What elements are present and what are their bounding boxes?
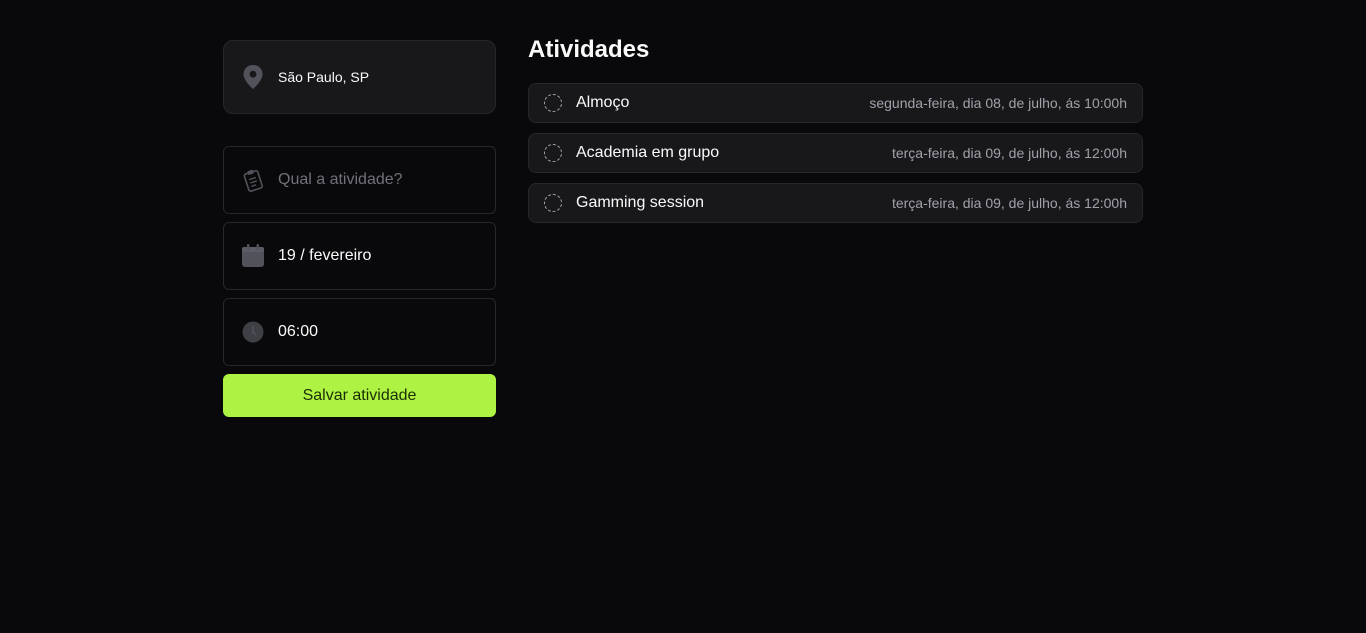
activities-section: Atividades Almoço segunda-feira, dia 08,… [528, 34, 1143, 233]
activity-field[interactable] [223, 146, 496, 214]
activity-name: Academia em grupo [576, 144, 720, 161]
status-circle-icon[interactable] [544, 144, 562, 162]
sidebar: São Paulo, SP Qual a atividade? 19 / fev… [223, 40, 496, 417]
list-item[interactable]: Academia em grupo terça-feira, dia 09, d… [528, 133, 1143, 173]
date-field[interactable]: 19 / fevereiro [223, 222, 496, 290]
time-field[interactable]: 06:00 [223, 298, 496, 366]
activity-date: segunda-feira, dia 08, de julho, ás 10:0… [869, 95, 1127, 111]
status-circle-icon[interactable] [544, 194, 562, 212]
list-item[interactable]: Almoço segunda-feira, dia 08, de julho, … [528, 83, 1143, 123]
page-title: Atividades [528, 36, 650, 63]
activity-name: Almoço [576, 94, 630, 111]
clock-icon [241, 320, 265, 344]
map-pin-icon [241, 64, 265, 90]
date-value: 19 / fevereiro [278, 247, 372, 264]
location-card: São Paulo, SP [223, 40, 496, 114]
activity-date: terça-feira, dia 09, de julho, ás 12:00h [891, 195, 1127, 211]
activity-input[interactable] [278, 171, 478, 189]
activity-date: terça-feira, dia 09, de julho, ás 12:00h [891, 145, 1127, 161]
activity-name: Gamming session [576, 194, 705, 211]
save-activity-button[interactable]: Salvar atividade [223, 374, 496, 417]
location-text: São Paulo, SP [278, 69, 370, 85]
activity-form: 19 / fevereiro 06:00 Salvar atividade [223, 146, 496, 417]
time-value: 06:00 [278, 323, 319, 340]
status-circle-icon[interactable] [544, 94, 562, 112]
clipboard-icon [241, 168, 265, 192]
calendar-icon [241, 244, 265, 268]
list-item[interactable]: Gamming session terça-feira, dia 09, de … [528, 183, 1143, 223]
activity-list: Almoço segunda-feira, dia 08, de julho, … [528, 83, 1143, 223]
